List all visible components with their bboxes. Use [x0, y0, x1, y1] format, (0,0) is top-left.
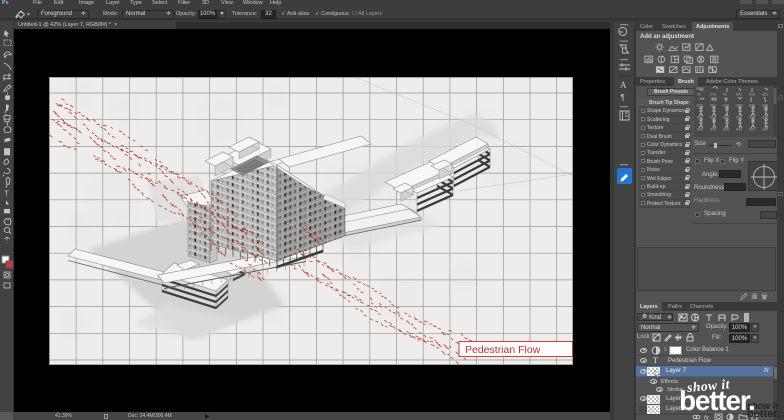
svg-text:Pedestrian Flow: Pedestrian Flow [465, 344, 541, 356]
svg-text:276: 276 [710, 93, 716, 97]
svg-text:fx.: fx. [704, 416, 710, 420]
svg-text:¶: ¶ [621, 93, 625, 102]
svg-text:961: 961 [762, 93, 768, 97]
svg-text:SPB: SPB [696, 86, 704, 91]
svg-text:518: 518 [749, 93, 755, 97]
svg-text:640: 640 [762, 104, 768, 108]
svg-text:640: 640 [710, 116, 716, 120]
svg-text:T: T [4, 189, 9, 197]
svg-text:1060: 1060 [735, 104, 743, 108]
svg-text:961: 961 [710, 104, 716, 108]
svg-text:A: A [620, 80, 627, 90]
svg-text:1011: 1011 [696, 104, 704, 108]
svg-text:640: 640 [749, 116, 755, 120]
svg-text:50: 50 [723, 93, 727, 97]
svg-text:640: 640 [762, 128, 768, 132]
svg-text:640: 640 [723, 116, 729, 120]
svg-text:600: 600 [736, 93, 742, 97]
svg-text:640: 640 [749, 104, 755, 108]
svg-text:528: 528 [723, 104, 729, 108]
svg-text:640: 640 [736, 128, 742, 132]
svg-text:620: 620 [710, 128, 716, 132]
svg-text:628: 628 [723, 128, 729, 132]
svg-text:40: 40 [697, 93, 701, 97]
svg-text:624: 624 [749, 128, 755, 132]
svg-text:640: 640 [697, 128, 703, 132]
svg-text:640: 640 [762, 116, 768, 120]
svg-text:624: 624 [736, 116, 742, 120]
svg-text:640: 640 [697, 116, 703, 120]
